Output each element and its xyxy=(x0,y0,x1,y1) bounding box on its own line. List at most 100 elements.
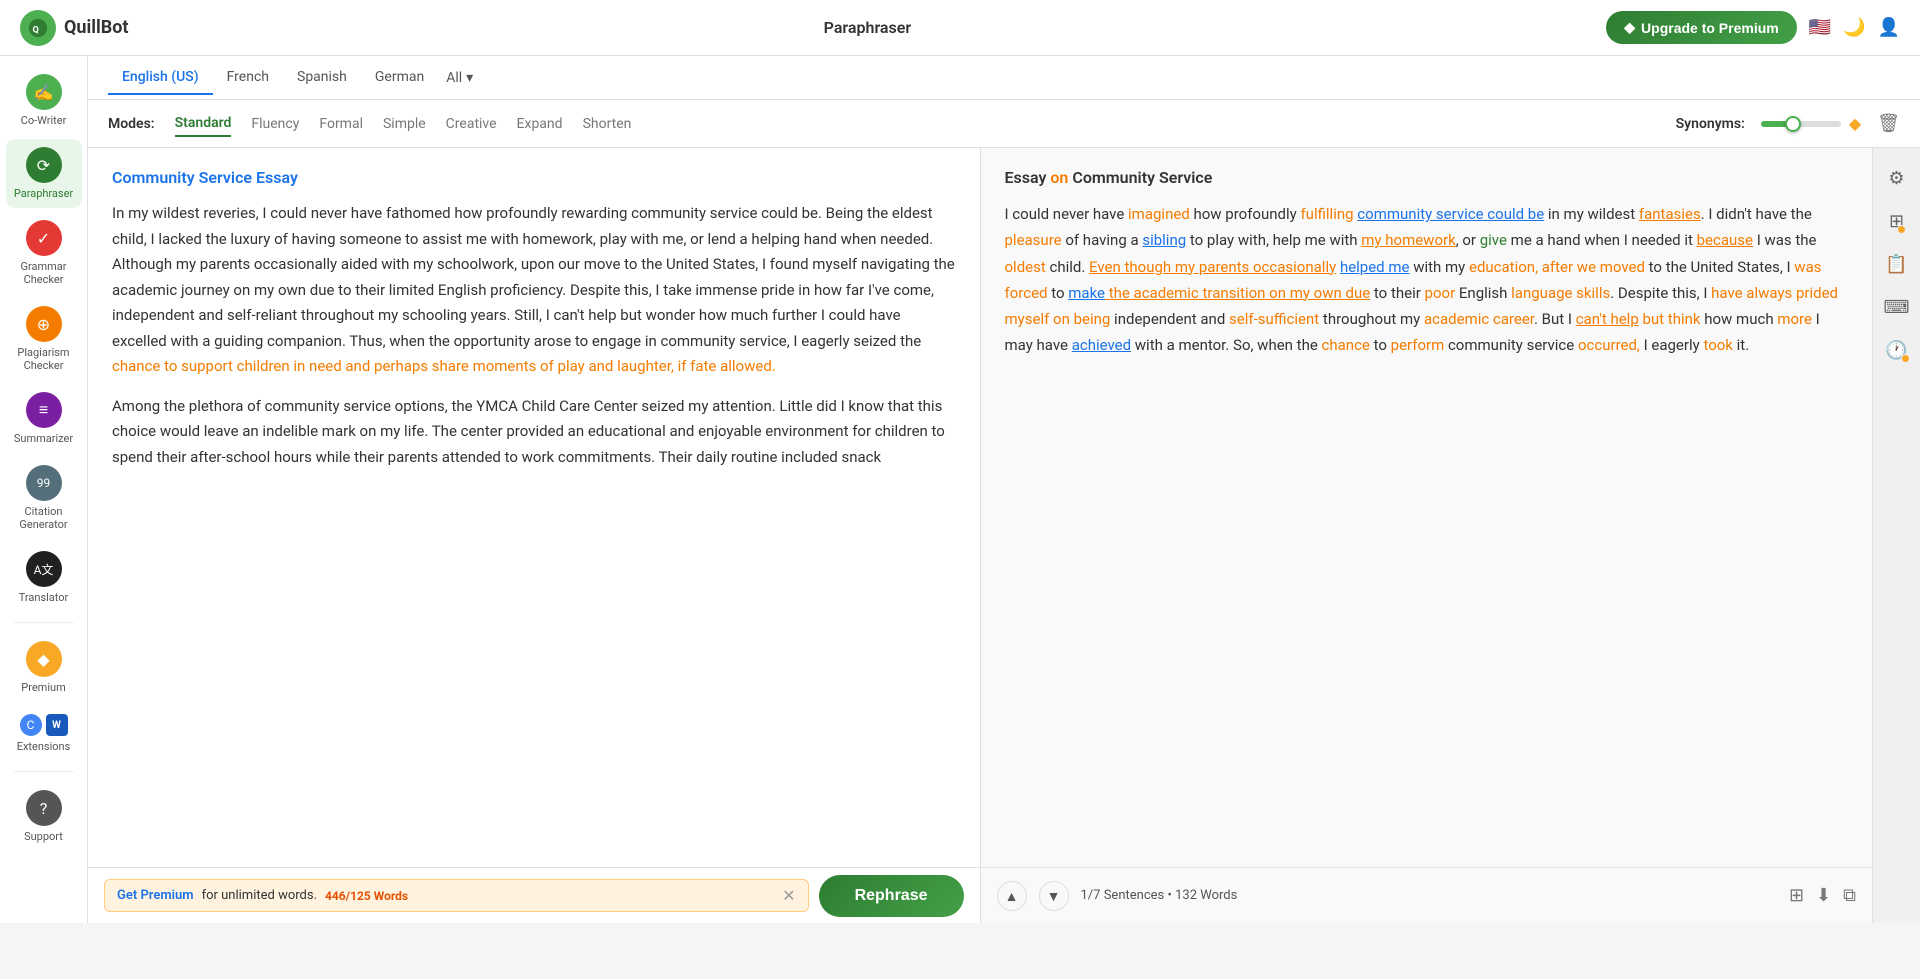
out-seg-language-skills: language skills xyxy=(1511,284,1610,302)
logo-text: QuillBot xyxy=(64,17,129,38)
logo[interactable]: Q QuillBot xyxy=(20,10,129,46)
output-panel-body: Essay on Community Service I could never… xyxy=(981,148,1873,867)
lang-tab-english[interactable]: English (US) xyxy=(108,61,213,95)
rephrase-button[interactable]: Rephrase xyxy=(819,875,964,917)
sentence-separator: • xyxy=(1167,888,1175,903)
mode-formal[interactable]: Formal xyxy=(319,112,363,136)
out-seg-2: how profoundly xyxy=(1190,205,1301,223)
out-seg-8: , or xyxy=(1456,231,1480,249)
sidebar-label-translator: Translator xyxy=(19,591,69,604)
sidebar-item-summarizer[interactable]: ≡ Summarizer xyxy=(6,384,82,453)
left-panel: Community Service Essay In my wildest re… xyxy=(88,148,981,923)
lang-tab-french[interactable]: French xyxy=(213,61,283,95)
keyboard-button[interactable]: ⌨ xyxy=(1876,289,1918,326)
summarizer-icon: ≡ xyxy=(26,392,62,428)
upgrade-button[interactable]: ◆ Upgrade to Premium xyxy=(1606,11,1796,44)
out-seg-more: more xyxy=(1777,310,1812,328)
mode-standard[interactable]: Standard xyxy=(175,111,232,137)
paraphraser-icon: ⟳ xyxy=(26,147,62,183)
sidebar-item-extensions[interactable]: C W Extensions xyxy=(6,706,82,761)
sidebar-item-citation-generator[interactable]: 99 Citation Generator xyxy=(6,457,82,539)
notes-button[interactable]: 📋 xyxy=(1877,246,1915,283)
out-seg-17: to their xyxy=(1370,284,1424,302)
copy-button[interactable]: ⧉ xyxy=(1843,885,1856,906)
navbar-right: ◆ Upgrade to Premium 🇺🇸 🌙 👤 xyxy=(1606,11,1900,44)
synonyms-slider[interactable]: ◆ xyxy=(1761,114,1861,133)
out-seg-pleasure: pleasure xyxy=(1005,231,1062,249)
download-button[interactable]: ⬇ xyxy=(1816,885,1831,906)
sidebar-item-support[interactable]: ? Support xyxy=(6,782,82,851)
close-warning-button[interactable]: ✕ xyxy=(782,886,795,905)
word-warning: Get Premium for unlimited words. 446/125… xyxy=(104,879,809,912)
get-premium-link[interactable]: Get Premium xyxy=(117,888,194,903)
history-button[interactable]: 🕐 xyxy=(1877,332,1915,369)
out-seg-but-think: but think xyxy=(1639,310,1701,328)
output-title-on: on xyxy=(1050,168,1068,187)
modes-bar: Modes: Standard Fluency Formal Simple Cr… xyxy=(88,100,1920,148)
user-account-button[interactable]: 👤 xyxy=(1878,17,1900,38)
dark-mode-button[interactable]: 🌙 xyxy=(1843,17,1865,38)
sidebar-item-grammar-checker[interactable]: ✓ Grammar Checker xyxy=(6,212,82,294)
language-tabs: English (US) French Spanish German All ▾ xyxy=(88,56,1920,100)
out-seg-transition: the academic transition on my own due xyxy=(1105,284,1370,302)
lang-tab-german[interactable]: German xyxy=(361,61,438,95)
out-seg-poor: poor xyxy=(1425,284,1456,302)
mode-expand[interactable]: Expand xyxy=(517,112,563,136)
sidebar: ✍ Co-Writer ⟳ Paraphraser ✓ Grammar Chec… xyxy=(0,56,88,923)
sidebar-item-premium[interactable]: ◆ Premium xyxy=(6,633,82,702)
out-seg-15: to the United States, I xyxy=(1645,258,1794,276)
input-panel-body[interactable]: Community Service Essay In my wildest re… xyxy=(88,148,980,867)
compare-button[interactable]: ⊞ xyxy=(1789,885,1804,906)
out-seg-oldest: oldest xyxy=(1005,258,1046,276)
out-seg-10: I was the xyxy=(1753,231,1817,249)
out-seg-helped-me: helped me xyxy=(1340,258,1410,276)
out-seg-28: I eagerly xyxy=(1640,336,1704,354)
out-seg-23: how much xyxy=(1701,310,1778,328)
sidebar-label-premium: Premium xyxy=(21,681,65,694)
sidebar-item-plagiarism-checker[interactable]: ⊕ Plagiarism Checker xyxy=(6,298,82,380)
svg-text:Q: Q xyxy=(33,25,39,35)
bottom-bar-left: Get Premium for unlimited words. 446/125… xyxy=(88,867,980,923)
extensions-icons: C W xyxy=(20,714,68,736)
sidebar-item-paraphraser[interactable]: ⟳ Paraphraser xyxy=(6,139,82,208)
sidebar-item-co-writer[interactable]: ✍ Co-Writer xyxy=(6,66,82,135)
lang-tab-spanish[interactable]: Spanish xyxy=(283,61,361,95)
input-text: In my wildest reveries, I could never ha… xyxy=(112,201,956,470)
out-seg-4: in my wildest xyxy=(1544,205,1639,223)
navbar: Q QuillBot Paraphraser ◆ Upgrade to Prem… xyxy=(0,0,1920,56)
out-seg-community-service: community service could be xyxy=(1357,205,1544,223)
out-seg-7: to play with, help me with xyxy=(1186,231,1361,249)
next-sentence-button[interactable]: ▼ xyxy=(1039,881,1069,911)
mode-fluency[interactable]: Fluency xyxy=(251,112,299,136)
network-button[interactable]: ⊞ xyxy=(1881,203,1912,240)
out-seg-after-we-moved: after we moved xyxy=(1542,258,1645,276)
out-seg-13: with my xyxy=(1409,258,1469,276)
out-seg-6: of having a xyxy=(1062,231,1143,249)
out-seg-make: make xyxy=(1068,284,1105,302)
out-seg-sibling: sibling xyxy=(1142,231,1186,249)
prev-sentence-button[interactable]: ▲ xyxy=(997,881,1027,911)
support-icon: ? xyxy=(26,790,62,826)
out-seg-fulfilling: fulfilling xyxy=(1300,205,1353,223)
out-seg-11: child. xyxy=(1046,258,1089,276)
slider-track[interactable] xyxy=(1761,121,1841,127)
content-area: Community Service Essay In my wildest re… xyxy=(88,148,1920,923)
sidebar-label-paraphraser: Paraphraser xyxy=(14,187,73,200)
clear-button[interactable]: 🗑 xyxy=(1877,113,1900,134)
lang-tab-all[interactable]: All ▾ xyxy=(438,62,481,94)
bottom-bar-right: ▲ ▼ 1/7 Sentences • 132 Words ⊞ ⬇ ⧉ xyxy=(981,867,1873,923)
mode-shorten[interactable]: Shorten xyxy=(583,112,632,136)
sidebar-item-translator[interactable]: A文 Translator xyxy=(6,543,82,612)
sidebar-label-plagiarism-checker: Plagiarism Checker xyxy=(12,346,76,372)
input-panel-title: Community Service Essay xyxy=(112,168,956,187)
mode-simple[interactable]: Simple xyxy=(383,112,426,136)
settings-button[interactable]: ⚙ xyxy=(1880,160,1912,197)
mode-creative[interactable]: Creative xyxy=(446,112,497,136)
modes-label: Modes: xyxy=(108,116,155,132)
sentence-nav: 1/7 Sentences xyxy=(1081,888,1165,903)
logo-icon: Q xyxy=(20,10,56,46)
out-seg-27: community service xyxy=(1444,336,1578,354)
flag-button[interactable]: 🇺🇸 xyxy=(1809,17,1831,38)
word-icon: W xyxy=(46,714,68,736)
out-seg-25: with a mentor. So, when the xyxy=(1131,336,1321,354)
